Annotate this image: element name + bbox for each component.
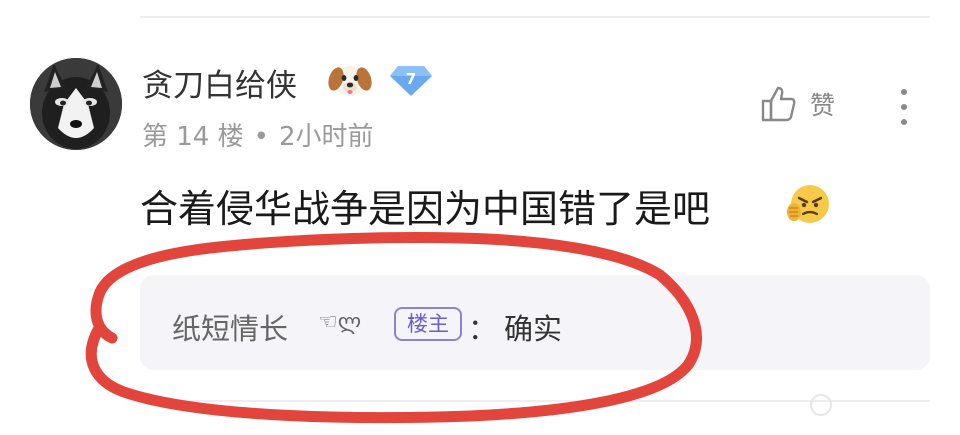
angry-face-emoji-icon bbox=[787, 185, 829, 223]
reply-colon: ： bbox=[468, 312, 498, 346]
dog-face-emoji-icon bbox=[328, 66, 372, 96]
post-time: 2小时前 bbox=[278, 122, 374, 152]
like-label: 赞 bbox=[810, 91, 836, 120]
avatar[interactable] bbox=[30, 58, 122, 150]
floor-number: 第 14 楼 bbox=[142, 122, 244, 152]
username[interactable]: 贪刀白给侠 bbox=[142, 60, 297, 105]
comment-meta: 第 14 楼 • 2小时前 bbox=[142, 116, 374, 153]
thumbs-up-icon bbox=[761, 86, 796, 122]
level-number: 7 bbox=[405, 70, 417, 88]
husky-avatar-image bbox=[30, 58, 122, 150]
watermark-icon bbox=[810, 394, 832, 416]
top-divider bbox=[140, 16, 930, 18]
like-button[interactable]: 赞 bbox=[758, 84, 835, 124]
meta-separator: • bbox=[253, 122, 269, 152]
op-badge: 楼主 bbox=[394, 307, 462, 341]
reply-username[interactable]: 纸短情长 bbox=[172, 306, 288, 348]
more-options-icon[interactable] bbox=[892, 86, 916, 128]
comment-text: 合着侵华战争是因为中国错了是吧 bbox=[140, 187, 711, 231]
reply-text: 确实 bbox=[504, 312, 563, 346]
reply-username-decoration: ☜ლ bbox=[318, 310, 362, 335]
